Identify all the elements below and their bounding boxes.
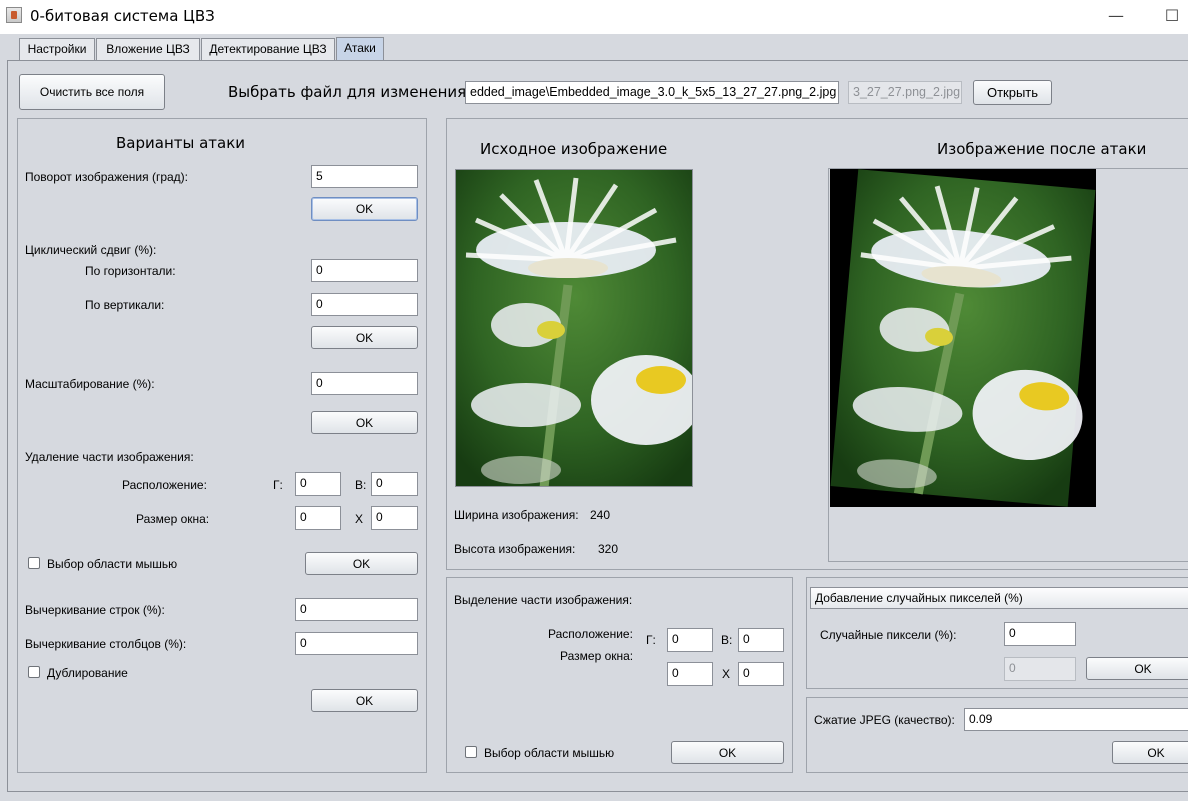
random-pixels-disabled-field: 0 [1004,657,1076,681]
java-app-icon [6,7,22,23]
shift-vertical-input[interactable]: 0 [311,293,418,316]
image-width-label: Ширина изображения: [454,508,579,522]
tab-detection[interactable]: Детектирование ЦВЗ [201,38,335,60]
selection-v-label: В: [721,633,733,647]
random-pixels-input[interactable]: 0 [1004,622,1076,646]
selection-mouse-checkbox[interactable] [465,746,477,758]
attacked-image [830,169,1096,507]
window-title: 0-битовая система ЦВЗ [30,7,215,25]
selection-mouse-label: Выбор области мышью [484,746,615,760]
rotation-label: Поворот изображения (град): [25,170,189,184]
remove-part-label: Удаление части изображения: [25,450,194,464]
tab-attacks[interactable]: Атаки [336,37,384,61]
strike-rows-input[interactable]: 0 [295,598,418,621]
strike-cols-label: Вычеркивание столбцов (%): [25,637,187,651]
remove-mouse-select-label: Выбор области мышью [47,557,178,571]
minimize-icon[interactable]: — [1104,6,1128,26]
shift-ok-button[interactable]: OK [311,326,418,349]
image-height-value: 320 [598,542,619,556]
choose-file-label: Выбрать файл для изменения: [228,83,472,101]
selection-height-input[interactable]: 0 [738,662,784,686]
selection-ok-button[interactable]: OK [671,741,784,764]
rotated-flower-image [830,169,1096,507]
shift-horizontal-input[interactable]: 0 [311,259,418,282]
duplicate-checkbox[interactable] [28,666,40,678]
random-pixels-ok-button[interactable]: OK [1086,657,1188,680]
selection-v-input[interactable]: 0 [738,628,784,652]
jpeg-ok-button[interactable]: OK [1112,741,1188,764]
attacked-image-title: Изображение после атаки [937,140,1147,158]
original-image-title: Исходное изображение [480,140,668,158]
selection-g-label: Г: [646,633,656,647]
scale-label: Масштабирование (%): [25,377,155,391]
flower-image [456,170,692,486]
random-pixels-label: Случайные пиксели (%): [820,628,957,642]
attack-type-dropdown[interactable]: Добавление случайных пикселей (%) [810,587,1188,609]
selection-title: Выделение части изображения: [454,593,633,607]
selection-position-label: Расположение: [548,627,633,641]
scale-input[interactable]: 0 [311,372,418,395]
maximize-icon[interactable]: ☐ [1160,6,1184,26]
remove-ok-button[interactable]: OK [305,552,418,575]
remove-size-height-input[interactable]: 0 [371,506,418,530]
selection-x-label: X [722,667,731,681]
selection-width-input[interactable]: 0 [667,662,713,686]
remove-g-input[interactable]: 0 [295,472,341,496]
tab-embedding[interactable]: Вложение ЦВЗ [96,38,200,60]
duplicate-label: Дублирование [47,666,128,680]
remove-size-width-input[interactable]: 0 [295,506,341,530]
image-height-label: Высота изображения: [454,542,576,556]
strike-rows-label: Вычеркивание строк (%): [25,603,165,617]
original-image [455,169,693,487]
output-filename-field: 3_27_27.png_2.jpg [848,81,962,104]
rotation-input[interactable]: 5 [311,165,418,188]
tab-settings[interactable]: Настройки [19,38,95,60]
selection-g-input[interactable]: 0 [667,628,713,652]
scale-ok-button[interactable]: OK [311,411,418,434]
remove-v-input[interactable]: 0 [371,472,418,496]
remove-v-label: В: [355,478,367,492]
jpeg-quality-label: Сжатие JPEG (качество): [814,713,955,727]
remove-position-label: Расположение: [122,478,207,492]
remove-window-size-label: Размер окна: [136,512,210,526]
shift-vertical-label: По вертикали: [85,298,165,312]
remove-mouse-select-checkbox[interactable] [28,557,40,569]
image-width-value: 240 [590,508,611,522]
open-file-button[interactable]: Открыть [973,80,1052,105]
remove-g-label: Г: [273,478,283,492]
shift-horizontal-label: По горизонтали: [85,264,176,278]
attack-variants-title: Варианты атаки [116,134,246,152]
strike-ok-button[interactable]: OK [311,689,418,712]
selection-window-size-label: Размер окна: [560,649,634,663]
strike-cols-input[interactable]: 0 [295,632,418,655]
jpeg-quality-input[interactable]: 0.09 [964,708,1188,731]
cyclic-shift-label: Циклический сдвиг (%): [25,243,157,257]
remove-x-label: X [355,512,364,526]
clear-all-fields-button[interactable]: Очистить все поля [19,74,165,110]
file-path-input[interactable]: edded_image\Embedded_image_3.0_k_5x5_13_… [465,81,839,104]
rotation-ok-button[interactable]: OK [311,197,418,221]
